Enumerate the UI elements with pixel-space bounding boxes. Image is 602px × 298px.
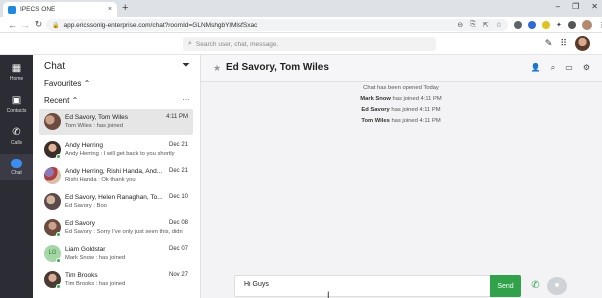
chat-list-item[interactable]: Ed Savory, Tom Wiles Tom Wiles : has joi… [39, 109, 193, 135]
favourites-section[interactable]: Favourites ⌃ [44, 79, 90, 88]
forward-icon[interactable]: → [19, 20, 32, 30]
tab-close-icon[interactable]: × [108, 6, 112, 13]
share-icon[interactable]: ⎘ [470, 21, 476, 29]
search-icon[interactable]: ⌕ [551, 63, 555, 73]
chat-list-item[interactable]: Andy Herring Andy Herring : I will get b… [39, 137, 193, 163]
folder-icon[interactable]: ▭ [565, 63, 573, 73]
chat-list-item[interactable]: Ed Savory Ed Savory : Sorry I've only ju… [39, 215, 193, 241]
system-message: Tom Wiles has joined 4:11 PM [361, 118, 441, 124]
avatar [44, 167, 61, 184]
phone-call-icon[interactable]: ✆ [528, 277, 543, 295]
system-message: Ed Savory has joined 4:11 PM [361, 107, 441, 113]
recent-section[interactable]: Recent ⌃ [44, 96, 78, 105]
participants-icon[interactable]: 👤 [531, 63, 541, 73]
chat-panel-title: Chat [44, 61, 66, 72]
online-status-icon [56, 232, 61, 237]
extension-icon[interactable] [567, 21, 576, 29]
chat-list-item[interactable]: Andy Herring, Rishi Handa, And... Rishi … [39, 163, 193, 189]
restore-icon[interactable]: ❐ [572, 2, 579, 11]
zoom-icon[interactable]: ⊖ [457, 21, 463, 29]
left-nav: ▦ Home ▣ Contacts ✆ Calls Chat [0, 55, 33, 298]
conversation-header: ★ Ed Savory, Tom Wiles 👤 ⌕ ▭ ⚙ [201, 55, 602, 82]
grid-icon: ▦ [11, 62, 22, 74]
more-options-icon[interactable]: ··· [182, 95, 190, 104]
filter-icon[interactable]: ⏷ [182, 60, 190, 71]
search-input[interactable] [195, 40, 416, 48]
user-avatar[interactable] [575, 36, 590, 51]
browser-tab[interactable]: IPECS ONE × [3, 2, 117, 17]
settings-gear-icon[interactable]: ⚙ [583, 63, 590, 73]
favourite-star-icon[interactable]: ★ [213, 63, 221, 74]
new-tab-button[interactable]: + [122, 2, 128, 14]
avatar [44, 113, 61, 130]
chat-icon [11, 158, 22, 168]
extension-icon[interactable] [514, 21, 522, 29]
tab-title: IPECS ONE [20, 6, 56, 13]
message-input[interactable] [244, 281, 484, 288]
search-icon: ⌕ [188, 40, 192, 47]
window-controls: – ❐ ✕ [556, 2, 598, 11]
nav-chat[interactable]: Chat [0, 154, 33, 180]
chevron-up-icon: ⌃ [83, 79, 91, 88]
puzzle-icon[interactable]: ✦ [556, 21, 562, 29]
chat-list-item[interactable]: Tim Brooks Tim Brooks : has joined Nov 2… [39, 267, 193, 293]
message-composer[interactable] [234, 275, 521, 297]
address-bar[interactable]: 🔒 app.ericssonlg-enterprise.com/chat?roo… [46, 19, 508, 31]
browser-toolbar: ← → ↻ 🔒 app.ericssonlg-enterprise.com/ch… [0, 17, 602, 33]
system-messages: Chat has been opened Today Mark Snow has… [301, 83, 501, 127]
chat-list-panel: Chat ⏷ Favourites ⌃ Recent ⌃ ··· Ed Savo… [33, 55, 201, 298]
chat-list-item[interactable]: Ed Savory, Helen Ranaghan, To... Ed Savo… [39, 189, 193, 215]
system-message: Mark Snow has joined 4:11 PM [360, 96, 442, 102]
send-button[interactable]: Send [490, 275, 521, 297]
compose-icon[interactable]: ✎ [545, 38, 553, 49]
online-status-icon [56, 258, 61, 263]
app-header: ⌕ ✎ ⠿ [0, 33, 602, 55]
video-call-icon[interactable]: ■ [547, 277, 567, 295]
conversation-pane: ★ Ed Savory, Tom Wiles 👤 ⌕ ▭ ⚙ Chat has … [201, 55, 602, 298]
back-icon[interactable]: ← [6, 20, 19, 30]
nav-calls[interactable]: ✆ Calls [0, 123, 33, 149]
avatar [44, 193, 61, 210]
system-message: Chat has been opened Today [363, 85, 439, 91]
nav-home[interactable]: ▦ Home [0, 59, 33, 85]
profile-avatar[interactable] [581, 20, 592, 30]
global-search[interactable]: ⌕ [183, 37, 436, 51]
open-external-icon[interactable]: ⇱ [483, 21, 489, 29]
online-status-icon [56, 284, 61, 289]
extension-icon[interactable] [528, 21, 536, 29]
close-window-icon[interactable]: ✕ [591, 2, 598, 11]
url-text: app.ericssonlg-enterprise.com/chat?roomI… [63, 21, 258, 29]
extensions-bar: ✦ ⋮ [514, 20, 602, 30]
browser-menu-icon[interactable]: ⋮ [598, 21, 602, 29]
nav-contacts[interactable]: ▣ Contacts [0, 91, 33, 117]
chat-list-item[interactable]: LG Liam Goldstar Mark Snow : has joined … [39, 241, 193, 267]
bookmark-star-icon[interactable]: ☆ [496, 21, 502, 29]
browser-tabstrip: IPECS ONE × + – ❐ ✕ [0, 0, 602, 17]
apps-grid-icon[interactable]: ⠿ [560, 38, 567, 49]
chevron-up-icon: ⌃ [71, 96, 79, 105]
extension-icon[interactable] [542, 21, 550, 29]
online-status-icon [56, 154, 61, 159]
reload-icon[interactable]: ↻ [32, 19, 45, 30]
minimize-icon[interactable]: – [556, 2, 560, 11]
text-cursor-icon: I [327, 290, 330, 298]
lock-icon[interactable]: 🔒 [52, 22, 59, 29]
conversation-title: Ed Savory, Tom Wiles [226, 62, 329, 73]
contacts-icon: ▣ [11, 94, 22, 106]
app-favicon-icon [8, 5, 16, 14]
phone-icon: ✆ [12, 126, 21, 138]
